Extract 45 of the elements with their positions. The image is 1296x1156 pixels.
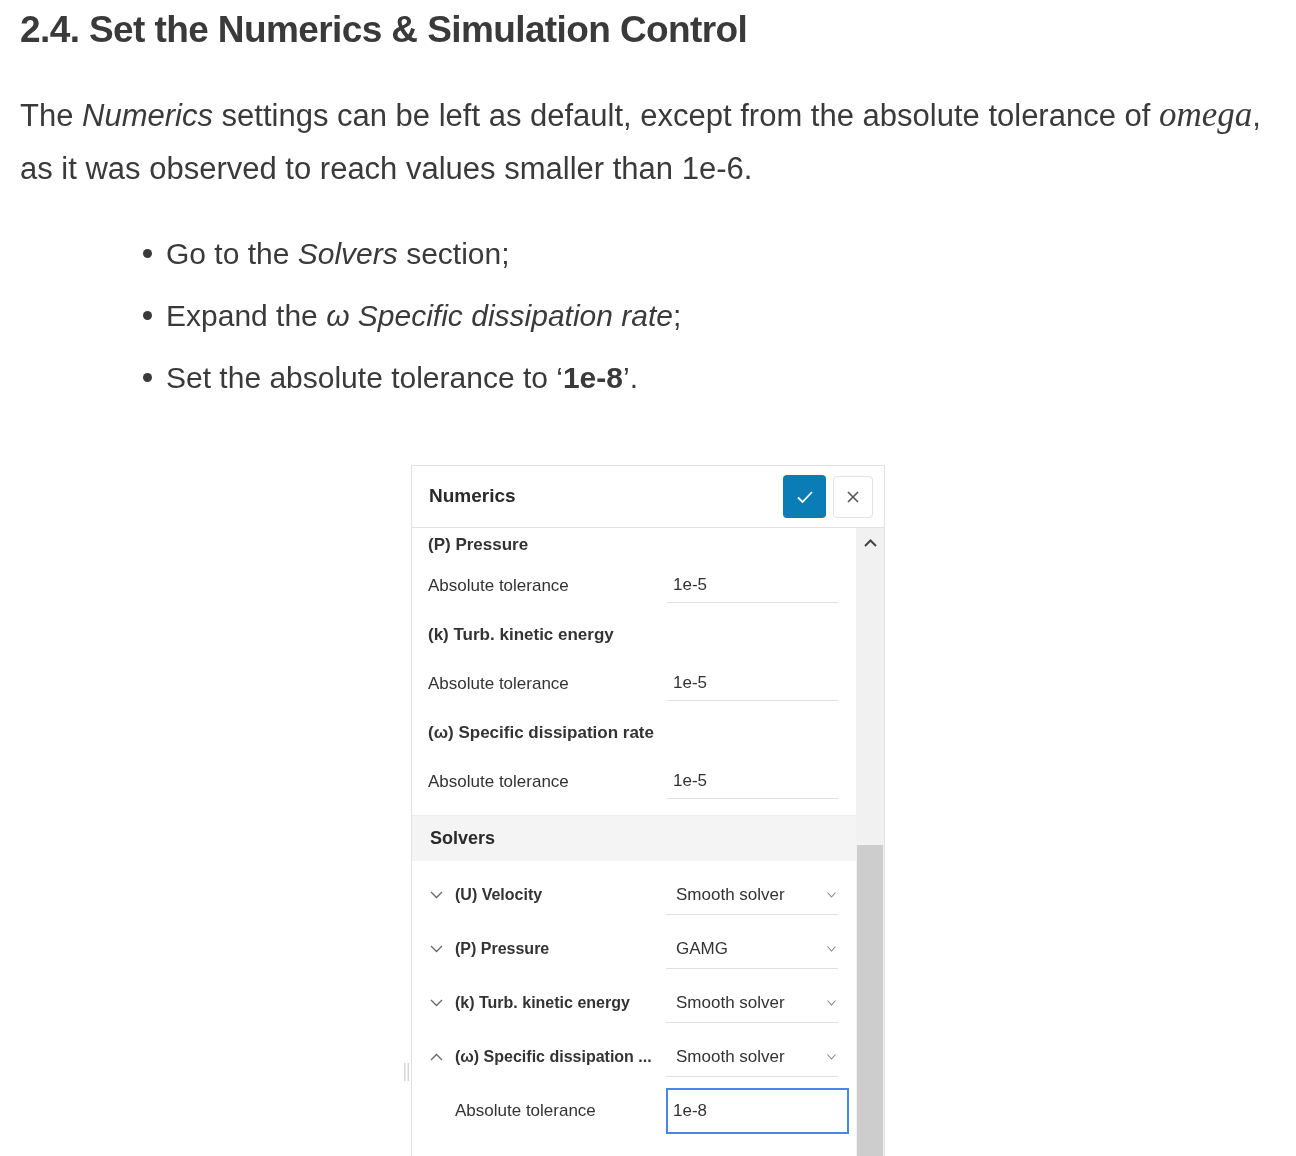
field-label: Absolute tolerance (455, 1100, 597, 1123)
step-text: Go to the Solvers section; (166, 235, 510, 272)
chevron-down-icon[interactable] (430, 945, 443, 953)
solver-dropdown[interactable]: Smooth solver (666, 875, 838, 915)
group-label: (P) Pressure (427, 533, 530, 556)
solver-label: (P) Pressure (455, 939, 551, 959)
field-label: Absolute tolerance (428, 574, 570, 597)
bullet-icon (143, 248, 152, 258)
panel-title: Numerics (429, 484, 517, 509)
field-label: Absolute tolerance (428, 770, 570, 793)
tolerance-field[interactable]: 1e-5 (667, 568, 838, 603)
section-header: Solvers (412, 815, 856, 861)
intro-paragraph: The Numerics settings can be left as default, except from the absolute tolerance of omega, as it was observed to reach values smaller than 1e-6. (20, 94, 1262, 188)
solver-label: (ω) Specific dissipation ... (455, 1047, 653, 1067)
solver-dropdown[interactable]: Smooth solver (666, 1037, 838, 1077)
check-icon (796, 490, 813, 503)
caret-icon (827, 999, 836, 1006)
bullet-icon (143, 310, 152, 320)
caret-icon (827, 1053, 836, 1060)
caret-icon (827, 945, 836, 952)
tolerance-field[interactable]: 1e-8 (666, 1088, 849, 1134)
tolerance-field[interactable]: 1e-5 (667, 764, 838, 799)
step-text: Set the absolute tolerance to ‘1e-8’. (166, 359, 638, 396)
group-label: (ω) Specific dissipation rate (427, 721, 655, 744)
step-text: Expand the ω Specific dissipation rate; (166, 297, 682, 334)
solver-dropdown[interactable]: Smooth solver (666, 983, 838, 1023)
chevron-down-icon[interactable] (430, 891, 443, 899)
solver-label: (k) Turb. kinetic energy (455, 993, 631, 1013)
solver-dropdown[interactable]: GAMG (666, 929, 838, 969)
bullet-icon (143, 372, 152, 382)
caret-icon (827, 891, 836, 898)
scrollbar-track[interactable] (856, 528, 884, 1156)
close-icon (847, 490, 859, 503)
field-label: Absolute tolerance (428, 672, 570, 695)
resize-grip-icon[interactable] (404, 1063, 409, 1081)
scrollbar-thumb[interactable] (857, 845, 883, 1156)
scroll-up-icon[interactable] (863, 539, 877, 547)
tolerance-field[interactable]: 1e-5 (667, 666, 838, 701)
confirm-button[interactable] (783, 475, 826, 518)
solver-label: (U) Velocity (455, 885, 544, 905)
chevron-up-icon[interactable] (430, 1053, 443, 1061)
section-heading: 2.4. Set the Numerics & Simulation Control (20, 8, 748, 52)
close-button[interactable] (833, 475, 873, 518)
chevron-down-icon[interactable] (430, 999, 443, 1007)
group-label: (k) Turb. kinetic energy (427, 623, 615, 646)
